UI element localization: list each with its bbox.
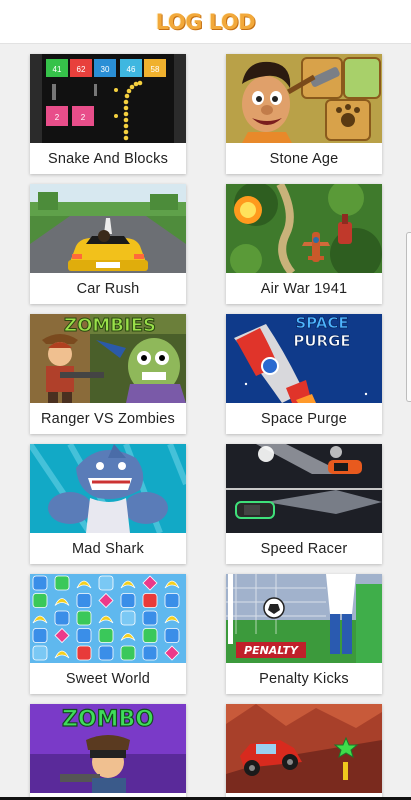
candy-piece: [164, 628, 180, 643]
game-card-sweet-world[interactable]: Sweet World: [30, 574, 186, 694]
candy-piece: [76, 593, 92, 608]
candy-piece: [98, 645, 114, 661]
game-card-ranger-vs-zombies[interactable]: ZOMBIES Ranger VS Zombies: [30, 314, 186, 434]
space-art-text: SPACE: [295, 314, 348, 332]
space-purge-thumbnail: SPACE PURGE: [226, 314, 382, 403]
game-title: Ranger VS Zombies: [41, 410, 175, 427]
ranger-zombies-thumbnail: ZOMBIES: [30, 314, 186, 403]
candy-piece: [98, 575, 114, 591]
red-car-hill-thumbnail: [226, 704, 382, 793]
penalty-art-text: PENALTY: [244, 644, 299, 657]
block-41: 41: [53, 65, 62, 74]
candy-piece: [142, 645, 158, 661]
candy-piece: [142, 593, 158, 608]
purge-art-text: PURGE: [293, 332, 350, 350]
zombo-thumbnail: ZOMBO: [30, 704, 186, 793]
candy-piece: [32, 645, 48, 661]
block-2b: 2: [81, 113, 86, 122]
game-title: Penalty Kicks: [259, 670, 349, 687]
block-2a: 2: [55, 113, 60, 122]
game-card-speed-racer[interactable]: Speed Racer: [226, 444, 382, 564]
candy-piece: [54, 610, 70, 626]
candy-piece: [120, 610, 136, 626]
game-card-car-rush[interactable]: Car Rush: [30, 184, 186, 304]
snake-blocks-thumbnail: 41 62 30 46 58 2 2: [30, 54, 186, 143]
candy-piece: [120, 645, 136, 661]
candy-piece: [120, 593, 136, 608]
candy-piece: [164, 593, 180, 608]
car-rush-thumbnail: [30, 184, 186, 273]
game-title: Speed Racer: [260, 540, 348, 557]
game-title: Mad Shark: [72, 540, 144, 557]
game-title: Sweet World: [65, 670, 151, 687]
block-62: 62: [77, 65, 86, 74]
game-title: Stone Age: [269, 150, 339, 167]
stone-age-thumbnail: [226, 54, 382, 143]
candy-piece: [76, 628, 92, 643]
game-card-penalty-kicks[interactable]: PENALTY Penalty Kicks: [226, 574, 382, 694]
game-title: Air War 1941: [260, 280, 348, 297]
game-card-mad-shark[interactable]: Mad Shark: [30, 444, 186, 564]
app-header: LOG LOD: [0, 0, 411, 44]
zombo-art-text: ZOMBO: [62, 707, 154, 732]
candy-piece: [32, 593, 48, 608]
game-card-snake-and-blocks[interactable]: 41 62 30 46 58 2 2 Snake And Blocks: [30, 54, 186, 174]
mad-shark-thumbnail: [30, 444, 186, 533]
scroll-edge-handle[interactable]: [406, 232, 411, 402]
block-30: 30: [101, 65, 110, 74]
zombies-art-text: ZOMBIES: [64, 315, 156, 336]
candy-piece: [142, 610, 158, 626]
candy-piece: [32, 575, 48, 591]
game-card-red-car-hill[interactable]: [226, 704, 382, 800]
game-card-air-war-1941[interactable]: Air War 1941: [226, 184, 382, 304]
game-card-stone-age[interactable]: Stone Age: [226, 54, 382, 174]
sweet-world-thumbnail: [30, 574, 186, 663]
candy-piece: [76, 645, 92, 661]
game-card-zombo[interactable]: ZOMBO: [30, 704, 186, 800]
game-card-space-purge[interactable]: SPACE PURGE Space Purge: [226, 314, 382, 434]
game-title: Car Rush: [76, 280, 140, 297]
speed-racer-thumbnail: [226, 444, 382, 533]
logo[interactable]: LOG LOD: [156, 10, 256, 34]
game-grid: 41 62 30 46 58 2 2 Snake And Blocks Ston…: [0, 44, 411, 800]
candy-piece: [32, 628, 48, 643]
candy-piece: [142, 628, 158, 643]
game-title: Space Purge: [260, 410, 348, 427]
candy-piece: [98, 628, 114, 643]
candy-piece: [76, 610, 92, 626]
penalty-kicks-thumbnail: PENALTY: [226, 574, 382, 663]
air-war-thumbnail: [226, 184, 382, 273]
game-title: Snake And Blocks: [47, 150, 169, 167]
block-46: 46: [127, 65, 136, 74]
block-58: 58: [151, 65, 160, 74]
candy-piece: [54, 575, 70, 591]
